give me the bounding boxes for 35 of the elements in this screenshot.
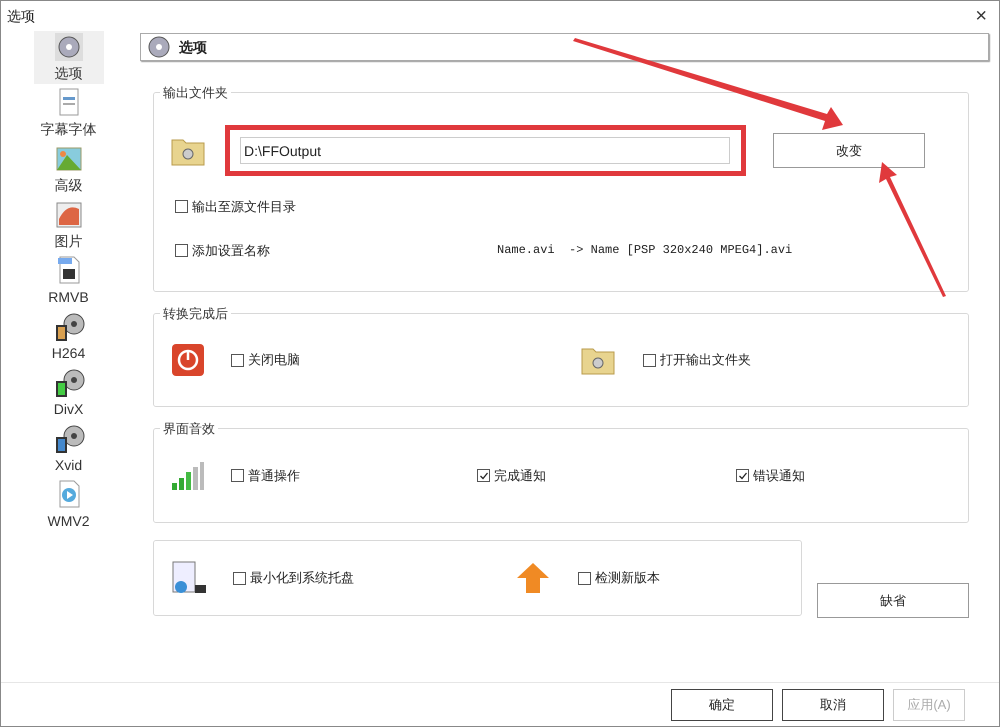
checkbox[interactable]: 普通操作 xyxy=(231,466,300,486)
change-button[interactable]: 改变 xyxy=(773,133,925,168)
checkbox[interactable]: 完成通知 xyxy=(477,466,736,486)
sidebar-item[interactable]: H264 xyxy=(34,311,104,364)
dialog-button[interactable]: 取消 xyxy=(782,688,884,720)
sidebar-item[interactable]: 图片 xyxy=(34,199,104,252)
checkbox[interactable]: 添加设置名称 xyxy=(175,240,497,260)
checkbox[interactable]: 输出至源文件目录 xyxy=(175,197,968,216)
path-field[interactable]: D:\FFOutput xyxy=(240,137,730,164)
checkbox[interactable]: 打开输出文件夹 xyxy=(643,350,751,370)
sidebar-item[interactable]: WMV2 xyxy=(34,479,104,532)
sidebar-item-icon xyxy=(52,31,84,63)
disc-icon xyxy=(147,35,171,59)
sidebar-item[interactable]: 选项 xyxy=(34,31,104,84)
up-arrow-icon xyxy=(516,562,550,594)
default-button[interactable]: 缺省 xyxy=(817,583,969,618)
dialog-button[interactable]: 确定 xyxy=(671,688,773,720)
header-title: 选项 xyxy=(179,38,207,56)
checkbox[interactable]: 关闭电脑 xyxy=(231,350,300,370)
check-icon xyxy=(738,470,748,480)
sidebar-item[interactable]: Xvid xyxy=(34,423,104,476)
sidebar-item[interactable]: DivX xyxy=(34,367,104,420)
filename-example: Name.avi -> Name [PSP 320x240 MPEG4].avi xyxy=(497,242,792,260)
sidebar-item[interactable]: RMVB xyxy=(34,255,104,308)
tray-window-icon xyxy=(171,561,207,595)
close-button[interactable]: × xyxy=(975,6,987,26)
sidebar-item[interactable]: 高级 xyxy=(34,143,104,196)
checkbox[interactable]: 最小化到系统托盘 xyxy=(233,568,354,588)
check-icon xyxy=(478,470,488,480)
power-icon xyxy=(171,343,205,377)
checkbox[interactable]: 检测新版本 xyxy=(578,568,660,588)
window-title: 选项 xyxy=(7,6,35,26)
volume-bars-icon xyxy=(171,460,205,490)
checkbox[interactable]: 错误通知 xyxy=(736,466,805,486)
sidebar-item[interactable]: 字幕字体 xyxy=(34,87,104,140)
